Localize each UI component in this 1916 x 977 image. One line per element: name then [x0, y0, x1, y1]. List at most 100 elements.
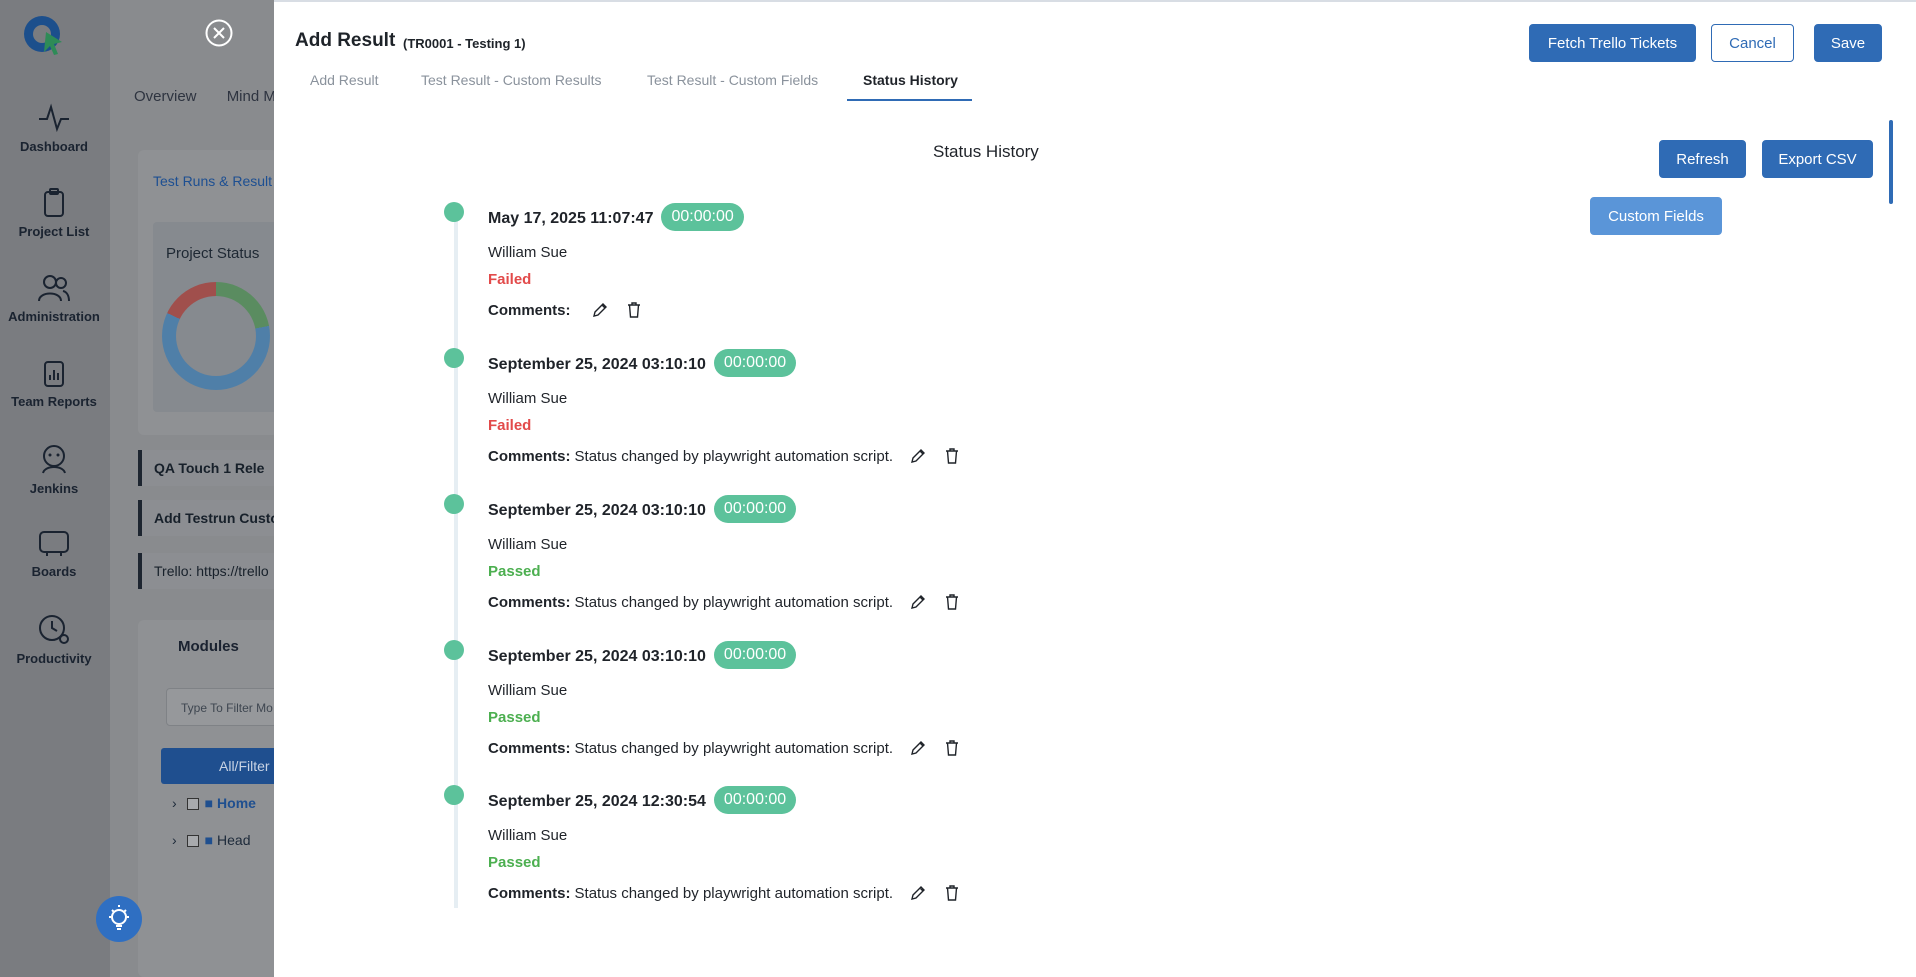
- active-tab-indicator: [847, 99, 972, 101]
- comments-label: Comments:: [488, 884, 571, 902]
- history-date: September 25, 2024 03:10:10 00:00:00: [488, 349, 797, 379]
- history-entry: September 25, 2024 03:10:10 00:00:00 Will…: [444, 640, 1344, 786]
- history-status: Failed: [488, 417, 532, 434]
- tab-add-result[interactable]: Add Result: [310, 72, 378, 88]
- duration-badge: 00:00:00: [713, 786, 797, 814]
- history-user: William Sue: [488, 244, 568, 261]
- panel-tabs: Add Result Test Result - Custom Results …: [274, 64, 1916, 102]
- sidebar-item-boards[interactable]: Boards: [0, 528, 108, 579]
- module-filter-input[interactable]: Type To Filter Mo: [166, 688, 278, 726]
- app-logo-icon[interactable]: [22, 12, 66, 56]
- export-csv-button[interactable]: Export CSV: [1762, 140, 1873, 178]
- history-status: Passed: [488, 563, 541, 580]
- tree-item[interactable]: › ■ Home: [172, 795, 256, 811]
- history-status: Failed: [488, 271, 532, 288]
- history-user: William Sue: [488, 682, 568, 699]
- panel-subtitle: (TR0001 - Testing 1): [403, 36, 526, 51]
- close-icon[interactable]: [204, 18, 234, 48]
- comment-text: Status changed by playwright automation …: [574, 447, 894, 465]
- sidebar-item-label: Administration: [8, 309, 100, 324]
- add-result-panel: Add Result (TR0001 - Testing 1) Fetch Tr…: [274, 0, 1916, 977]
- sidebar-item-label: Jenkins: [29, 481, 79, 496]
- bg-tab-mind-map[interactable]: Mind M: [227, 88, 276, 105]
- history-date: May 17, 2025 11:07:47 00:00:00: [488, 203, 744, 233]
- history-user: William Sue: [488, 536, 568, 553]
- pencil-icon[interactable]: [909, 884, 927, 902]
- sidebar-item-jenkins[interactable]: Jenkins: [0, 443, 108, 496]
- history-date-text: September 25, 2024 03:10:10: [488, 356, 706, 374]
- pencil-icon[interactable]: [591, 301, 609, 319]
- tab-status-history[interactable]: Status History: [863, 72, 958, 88]
- folder-icon: ■: [204, 795, 214, 811]
- tree-item[interactable]: › ■ Head: [172, 832, 251, 848]
- trash-icon[interactable]: [943, 739, 961, 757]
- pencil-icon[interactable]: [909, 447, 927, 465]
- pencil-icon[interactable]: [909, 739, 927, 757]
- sidebar-item-team-reports[interactable]: Team Reports: [0, 358, 108, 409]
- pencil-icon[interactable]: [909, 593, 927, 611]
- scrollbar-thumb[interactable]: [1889, 120, 1893, 204]
- sidebar-item-dashboard[interactable]: Dashboard: [0, 103, 108, 154]
- history-user: William Sue: [488, 827, 568, 844]
- comments-label: Comments:: [488, 301, 571, 319]
- trash-icon[interactable]: [943, 884, 961, 902]
- sidebar-item-project-list[interactable]: Project List: [0, 188, 108, 239]
- duration-badge: 00:00:00: [713, 495, 797, 523]
- refresh-button[interactable]: Refresh: [1659, 140, 1746, 178]
- sidebar: Dashboard Project List Administration Te…: [0, 0, 110, 977]
- tab-custom-fields[interactable]: Test Result - Custom Fields: [647, 72, 818, 88]
- save-button[interactable]: Save: [1814, 24, 1882, 62]
- breadcrumb[interactable]: Test Runs & Result: [153, 173, 272, 189]
- tree-checkbox[interactable]: [186, 835, 199, 847]
- comments-label: Comments:: [488, 593, 571, 611]
- sidebar-item-administration[interactable]: Administration: [0, 273, 108, 324]
- timeline-dot: [444, 348, 464, 368]
- timeline-dot: [444, 785, 464, 805]
- history-date-text: September 25, 2024 12:30:54: [488, 793, 706, 811]
- history-comment: Comments: Status changed by playwright a…: [488, 739, 961, 757]
- idea-bulb-button[interactable]: [96, 896, 142, 942]
- bg-tab-overview[interactable]: Overview: [134, 88, 197, 105]
- history-comment: Comments: Status changed by playwright a…: [488, 593, 961, 611]
- project-status-donut: [162, 282, 270, 390]
- timeline-dot: [444, 494, 464, 514]
- bg-row-trello: Trello: https://trello: [138, 553, 278, 589]
- sidebar-item-productivity[interactable]: Productivity: [0, 613, 108, 666]
- trash-icon[interactable]: [943, 593, 961, 611]
- history-date-text: September 25, 2024 03:10:10: [488, 648, 706, 666]
- history-date: September 25, 2024 03:10:10 00:00:00: [488, 641, 797, 671]
- tree-item-label: Home: [217, 795, 256, 811]
- chevron-right-icon[interactable]: ›: [172, 795, 177, 811]
- history-comment: Comments:: [488, 301, 643, 319]
- history-date: September 25, 2024 12:30:54 00:00:00: [488, 786, 797, 816]
- timeline-dot: [444, 202, 464, 222]
- users-icon: [38, 275, 70, 302]
- sidebar-item-label: Project List: [18, 224, 90, 239]
- history-entry: September 25, 2024 03:10:10 00:00:00 Will…: [444, 348, 1344, 494]
- bg-row-custom: Add Testrun Custo: [138, 500, 278, 536]
- comments-label: Comments:: [488, 739, 571, 757]
- tree-checkbox[interactable]: [186, 798, 199, 810]
- fetch-trello-tickets-button[interactable]: Fetch Trello Tickets: [1529, 24, 1696, 62]
- tab-custom-results[interactable]: Test Result - Custom Results: [421, 72, 602, 88]
- custom-fields-button[interactable]: Custom Fields: [1590, 197, 1722, 235]
- section-title: Status History: [933, 142, 1039, 161]
- cancel-button[interactable]: Cancel: [1711, 24, 1794, 62]
- duration-badge: 00:00:00: [713, 641, 797, 669]
- chevron-right-icon[interactable]: ›: [172, 832, 177, 848]
- trash-icon[interactable]: [625, 301, 643, 319]
- project-status-title: Project Status: [166, 245, 260, 262]
- board-icon: [39, 531, 69, 556]
- history-entry: May 17, 2025 11:07:47 00:00:00 William Su…: [444, 202, 1344, 348]
- report-icon: [44, 361, 64, 387]
- history-comment: Comments: Status changed by playwright a…: [488, 884, 961, 902]
- history-status: Passed: [488, 854, 541, 871]
- trash-icon[interactable]: [943, 447, 961, 465]
- folder-icon: ■: [204, 832, 214, 848]
- modules-title: Modules: [178, 638, 239, 655]
- timeline-dot: [444, 640, 464, 660]
- lightbulb-icon: [109, 905, 129, 930]
- history-comment: Comments: Status changed by playwright a…: [488, 447, 961, 465]
- history-date: September 25, 2024 03:10:10 00:00:00: [488, 495, 797, 525]
- all-filter-item[interactable]: All/Filter: [161, 748, 279, 784]
